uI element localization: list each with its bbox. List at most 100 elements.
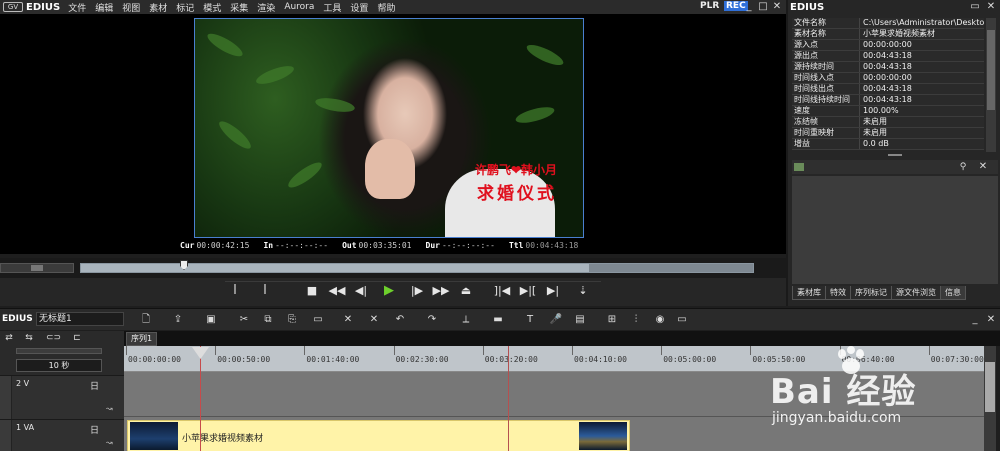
transition-icon[interactable]: ▬	[490, 313, 506, 327]
open-project-icon[interactable]: ⇪	[170, 313, 186, 327]
title-icon[interactable]: T	[522, 313, 538, 327]
shuttle-knob[interactable]	[31, 265, 43, 271]
info-row[interactable]: 源出点 00:04:43:18	[792, 51, 984, 62]
track-select-strip[interactable]	[0, 376, 12, 419]
video-clip[interactable]: 小苹果求婚视频素材	[127, 420, 630, 451]
layout-icon[interactable]: ▭	[674, 313, 690, 327]
info-row[interactable]: 时间重映射 未启用	[792, 128, 984, 139]
info-row[interactable]: 时间线持续时间 00:04:43:18	[792, 95, 984, 106]
menu-capture[interactable]: 采集	[230, 1, 248, 14]
info-row[interactable]: 源入点 00:00:00:00	[792, 40, 984, 51]
new-sequence-icon[interactable]: 🗋	[138, 313, 154, 327]
redo-icon[interactable]: ↷	[424, 313, 440, 327]
menu-edit[interactable]: 编辑	[95, 1, 113, 14]
track-sync-icon[interactable]: ↝	[106, 404, 113, 413]
ripple-delete-icon[interactable]: ✕	[366, 313, 382, 327]
export-button[interactable]: ⇣	[573, 283, 593, 299]
voiceover-icon[interactable]: 🎤	[548, 313, 564, 327]
paste-icon[interactable]: ⎘	[284, 313, 300, 327]
info-row[interactable]: 素材名称 小苹果求婚视频素材	[792, 29, 984, 40]
sub-panel-close-button[interactable]: ✕	[976, 160, 990, 174]
info-scroll-thumb[interactable]	[987, 30, 995, 110]
menu-marker[interactable]: 标记	[176, 1, 194, 14]
undo-icon[interactable]: ↶	[392, 313, 408, 327]
project-name-field[interactable]: 无标题1	[36, 312, 124, 326]
delete-icon[interactable]: ✕	[340, 313, 356, 327]
menu-view[interactable]: 视图	[122, 1, 140, 14]
menu-mode[interactable]: 模式	[203, 1, 221, 14]
tab-sequence-markers[interactable]: 序列标记	[850, 286, 892, 300]
tab-effects[interactable]: 特效	[825, 286, 851, 300]
overwrite-button[interactable]: ▶|[	[518, 283, 538, 299]
grid-icon[interactable]: ⊞	[604, 313, 620, 327]
info-row[interactable]: 速度 100.00%	[792, 106, 984, 117]
loop-button[interactable]: ⏏	[456, 283, 476, 299]
info-row[interactable]: 文件名称 C:\Users\Administrator\Deskto...	[792, 18, 984, 29]
mixer-icon[interactable]: ⫶	[628, 313, 644, 327]
tab-information[interactable]: 信息	[940, 286, 966, 300]
close-button[interactable]: ✕	[770, 0, 784, 14]
timeline-zoom-select[interactable]: 10 秒	[16, 359, 102, 372]
track-2v-lane[interactable]	[124, 372, 996, 416]
sync-lock-icon[interactable]: ⇆	[22, 333, 36, 343]
info-row[interactable]: 增益 0.0 dB	[792, 139, 984, 150]
timeline-close-button[interactable]: ✕	[984, 313, 998, 327]
maximize-button[interactable]: □	[756, 0, 770, 14]
info-scrollbar[interactable]	[986, 18, 996, 152]
set-out-button[interactable]: ꟾ	[255, 283, 275, 299]
fast-forward-button[interactable]: ▶▶	[431, 283, 451, 299]
match-frame-button[interactable]: ▶|	[543, 283, 563, 299]
track-lock-icon[interactable]: 日	[90, 423, 99, 436]
track-select-strip[interactable]	[0, 420, 12, 451]
menu-aurora[interactable]: Aurora	[284, 2, 314, 12]
step-forward-button[interactable]: |▶	[407, 283, 427, 299]
track-header-2v[interactable]: 2 V 日 ↝	[0, 375, 124, 419]
rewind-button[interactable]: ◀◀	[327, 283, 347, 299]
insert-button[interactable]: ]|◀	[492, 283, 512, 299]
cut-icon[interactable]: ✂	[236, 313, 252, 327]
save-project-icon[interactable]: ▣	[203, 313, 219, 327]
set-in-button[interactable]: ꟾ	[225, 283, 245, 299]
render-icon[interactable]: ▤	[572, 313, 588, 327]
shuttle-slider[interactable]	[0, 263, 74, 273]
panel-close-button[interactable]: ✕	[984, 0, 998, 14]
timeline-zoom-slider[interactable]	[16, 348, 102, 354]
timeline-playhead[interactable]	[200, 346, 201, 451]
link-icon[interactable]: ⊂⊃	[46, 333, 61, 343]
stop-button[interactable]: ■	[302, 283, 322, 299]
track-mode-icon[interactable]: ⇄	[2, 333, 16, 343]
plr-toggle[interactable]: PLR	[700, 1, 719, 11]
color-icon[interactable]: ◉	[652, 313, 668, 327]
play-button[interactable]: ▶	[379, 283, 399, 299]
menu-render[interactable]: 渲染	[257, 1, 275, 14]
panel-splitter-grip[interactable]	[888, 154, 902, 156]
copy-icon[interactable]: ⧉	[260, 313, 276, 327]
track-header-1va[interactable]: 1 VA 日 ↝	[0, 419, 124, 451]
tab-source-browser[interactable]: 源文件浏览	[891, 286, 941, 300]
info-row[interactable]: 冻结帧 未启用	[792, 117, 984, 128]
menu-file[interactable]: 文件	[68, 1, 86, 14]
track-1va-lane[interactable]: 小苹果求婚视频素材	[124, 416, 996, 451]
track-sync-icon[interactable]: ↝	[106, 438, 113, 447]
track-lock-icon[interactable]: 日	[90, 379, 99, 392]
tab-sequence-1[interactable]: 序列1	[126, 332, 158, 346]
menu-clip[interactable]: 素材	[149, 1, 167, 14]
info-row[interactable]: 时间线入点 00:00:00:00	[792, 73, 984, 84]
timeline-vertical-scrollbar[interactable]	[984, 346, 996, 451]
panel-minimize-button[interactable]: ▭	[968, 0, 982, 14]
group-icon[interactable]: ⊏	[70, 333, 84, 343]
step-back-button[interactable]: ◀|	[351, 283, 371, 299]
add-cut-icon[interactable]: ⟂	[458, 313, 474, 327]
timeline-scroll-thumb[interactable]	[985, 362, 995, 412]
minimize-button[interactable]: _	[742, 0, 756, 14]
time-ruler[interactable]: 00:00:00:00 00:00:50:00 00:01:40:00 00:02:3…	[124, 346, 996, 372]
menu-help[interactable]: 帮助	[377, 1, 395, 14]
menu-settings[interactable]: 设置	[350, 1, 368, 14]
menu-tools[interactable]: 工具	[323, 1, 341, 14]
info-row[interactable]: 时间线出点 00:04:43:18	[792, 84, 984, 95]
info-row[interactable]: 源持续时间 00:04:43:18	[792, 62, 984, 73]
panel-options-icon[interactable]: ⚲	[956, 160, 970, 174]
tab-bin[interactable]: 素材库	[792, 286, 826, 300]
replace-icon[interactable]: ▭	[310, 313, 326, 327]
timeline-minimize-button[interactable]: _	[968, 313, 982, 327]
